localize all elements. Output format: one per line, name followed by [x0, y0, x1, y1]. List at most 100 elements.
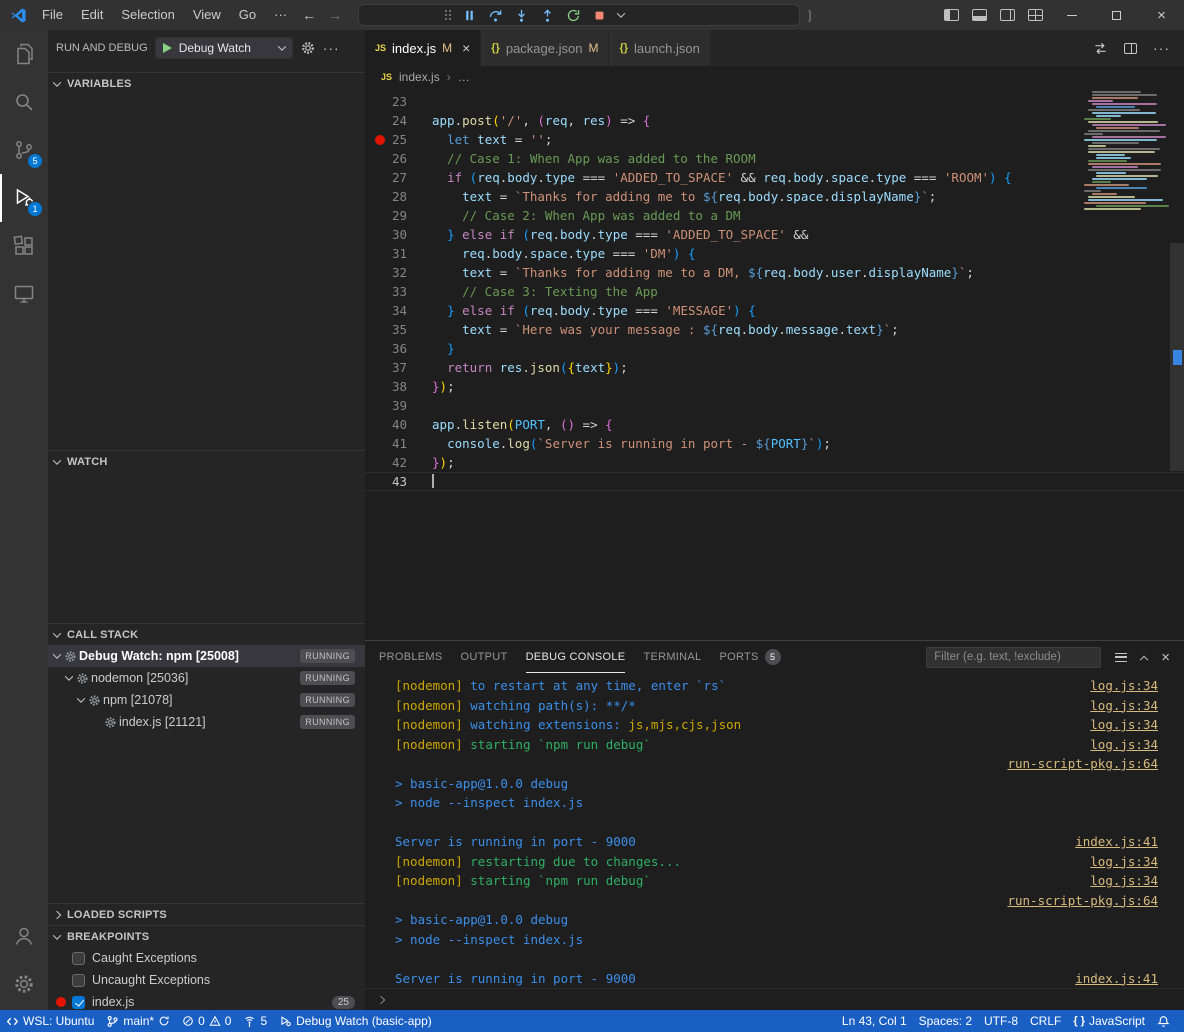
breadcrumb[interactable]: JS index.js › … — [365, 66, 1184, 88]
source-link[interactable]: index.js:41 — [1075, 832, 1158, 852]
source-link[interactable]: run-script-pkg.js:64 — [1007, 754, 1158, 774]
line-number-gutter[interactable]: 26 — [365, 149, 432, 168]
close-panel-icon[interactable]: × — [1161, 649, 1170, 666]
source-link[interactable]: run-script-pkg.js:64 — [1007, 891, 1158, 911]
source-link[interactable]: log.js:34 — [1090, 852, 1158, 872]
debug-console-input[interactable] — [365, 988, 1184, 1010]
remote-explorer-icon[interactable] — [0, 270, 48, 318]
code-line[interactable]: 41 console.log(`Server is running in por… — [365, 434, 1184, 453]
toggle-sidebar-icon[interactable] — [937, 0, 965, 30]
remote-indicator[interactable]: WSL: Ubuntu — [0, 1010, 100, 1032]
code-line[interactable]: 37 return res.json({text}); — [365, 358, 1184, 377]
code-line[interactable]: 27 if (req.body.type === 'ADDED_TO_SPACE… — [365, 168, 1184, 187]
source-link[interactable]: log.js:34 — [1090, 696, 1158, 716]
eol-sequence[interactable]: CRLF — [1024, 1010, 1067, 1032]
line-number-gutter[interactable]: 42 — [365, 453, 432, 472]
breakpoint-checkbox[interactable] — [72, 952, 85, 965]
line-number-gutter[interactable]: 40 — [365, 415, 432, 434]
line-number-gutter[interactable]: 43 — [365, 472, 432, 491]
tab-index.js[interactable]: JSindex.jsM× — [365, 30, 481, 66]
line-number-gutter[interactable]: 34 — [365, 301, 432, 320]
menu-view[interactable]: View — [184, 7, 230, 22]
source-link[interactable]: log.js:34 — [1090, 676, 1158, 696]
code-line[interactable]: 31 req.body.space.type === 'DM') { — [365, 244, 1184, 263]
extensions-icon[interactable] — [0, 222, 48, 270]
debug-config-dropdown[interactable]: Debug Watch — [155, 37, 293, 59]
code-line[interactable]: 32 text = `Thanks for adding me to a DM,… — [365, 263, 1184, 282]
close-tab-icon[interactable]: × — [462, 40, 470, 56]
watch-header[interactable]: WATCH — [48, 450, 365, 472]
breakpoint-row[interactable]: index.js25 — [48, 991, 365, 1010]
ports-item[interactable]: 5 — [237, 1010, 273, 1032]
code-line[interactable]: 29 // Case 2: When App was added to a DM — [365, 206, 1184, 225]
minimap[interactable] — [1084, 91, 1170, 211]
menu-file[interactable]: File — [33, 7, 72, 22]
minimize-button[interactable] — [1049, 0, 1094, 30]
line-number-gutter[interactable]: 35 — [365, 320, 432, 339]
line-number-gutter[interactable]: 33 — [365, 282, 432, 301]
toolbar-gripper-icon[interactable] — [445, 10, 451, 20]
call-stack-row[interactable]: nodemon [25036]RUNNING — [48, 667, 365, 689]
menu-selection[interactable]: Selection — [112, 7, 183, 22]
line-number-gutter[interactable]: 36 — [365, 339, 432, 358]
command-center[interactable] — [358, 4, 800, 26]
code-line[interactable]: 40app.listen(PORT, () => { — [365, 415, 1184, 434]
breadcrumb-symbol[interactable]: … — [458, 70, 470, 84]
indentation[interactable]: Spaces: 2 — [913, 1010, 978, 1032]
line-number-gutter[interactable]: 24 — [365, 111, 432, 130]
line-number-gutter[interactable]: 25 — [365, 130, 432, 149]
menu-edit[interactable]: Edit — [72, 7, 112, 22]
step-over-icon[interactable] — [488, 8, 503, 23]
open-changes-icon[interactable] — [1093, 41, 1108, 56]
panel-tab-problems[interactable]: PROBLEMS — [379, 641, 443, 673]
cursor-position[interactable]: Ln 43, Col 1 — [836, 1010, 913, 1032]
code-line[interactable]: 26 // Case 1: When App was added to the … — [365, 149, 1184, 168]
git-branch-item[interactable]: main* — [100, 1010, 176, 1032]
pause-icon[interactable] — [462, 8, 477, 23]
code-line[interactable]: 36 } — [365, 339, 1184, 358]
settings-gear-icon[interactable] — [0, 960, 48, 1008]
panel-tab-ports[interactable]: PORTS5 — [719, 641, 780, 673]
code-line[interactable]: 35 text = `Here was your message : ${req… — [365, 320, 1184, 339]
account-icon[interactable] — [0, 912, 48, 960]
code-line[interactable]: 30 } else if (req.body.type === 'ADDED_T… — [365, 225, 1184, 244]
loaded-scripts-header[interactable]: LOADED SCRIPTS — [48, 903, 365, 925]
code-line[interactable]: 25 let text = ''; — [365, 130, 1184, 149]
code-line[interactable]: 33 // Case 3: Texting the App — [365, 282, 1184, 301]
call-stack-row[interactable]: npm [21078]RUNNING — [48, 689, 365, 711]
console-filter-input[interactable] — [926, 647, 1101, 668]
encoding[interactable]: UTF-8 — [978, 1010, 1024, 1032]
tab-launch.json[interactable]: {}launch.json — [609, 30, 710, 66]
menu-[interactable]: ··· — [265, 7, 296, 22]
language-mode[interactable]: { } JavaScript — [1067, 1010, 1151, 1032]
panel-tab-output[interactable]: OUTPUT — [461, 641, 508, 673]
step-into-icon[interactable] — [514, 8, 529, 23]
editor-more-actions-icon[interactable]: ··· — [1153, 40, 1170, 56]
line-number-gutter[interactable]: 39 — [365, 396, 432, 415]
source-link[interactable]: log.js:34 — [1090, 871, 1158, 891]
breakpoint-row[interactable]: Uncaught Exceptions — [48, 969, 365, 991]
debug-status-item[interactable]: Debug Watch (basic-app) — [273, 1010, 438, 1032]
source-link[interactable]: log.js:34 — [1090, 715, 1158, 735]
code-line[interactable]: 38}); — [365, 377, 1184, 396]
customize-layout-icon[interactable] — [1021, 0, 1049, 30]
run-and-debug-icon[interactable]: 1 — [0, 174, 48, 222]
sidebar-more-actions-icon[interactable]: ··· — [323, 40, 340, 56]
variables-header[interactable]: VARIABLES — [48, 72, 365, 94]
line-number-gutter[interactable]: 38 — [365, 377, 432, 396]
notifications-bell-icon[interactable] — [1151, 1010, 1176, 1032]
menu-go[interactable]: Go — [230, 7, 265, 22]
line-number-gutter[interactable]: 28 — [365, 187, 432, 206]
source-control-icon[interactable]: 5 — [0, 126, 48, 174]
step-out-icon[interactable] — [540, 8, 555, 23]
filter-icon[interactable] — [1115, 653, 1127, 662]
panel-tab-terminal[interactable]: TERMINAL — [643, 641, 701, 673]
stop-icon[interactable] — [592, 8, 607, 23]
source-link[interactable]: log.js:34 — [1090, 735, 1158, 755]
code-line[interactable]: 23 — [365, 92, 1184, 111]
breakpoint-checkbox[interactable] — [72, 974, 85, 987]
line-number-gutter[interactable]: 41 — [365, 434, 432, 453]
search-icon[interactable] — [0, 78, 48, 126]
breakpoints-header[interactable]: BREAKPOINTS — [48, 925, 365, 947]
code-line[interactable]: 42}); — [365, 453, 1184, 472]
